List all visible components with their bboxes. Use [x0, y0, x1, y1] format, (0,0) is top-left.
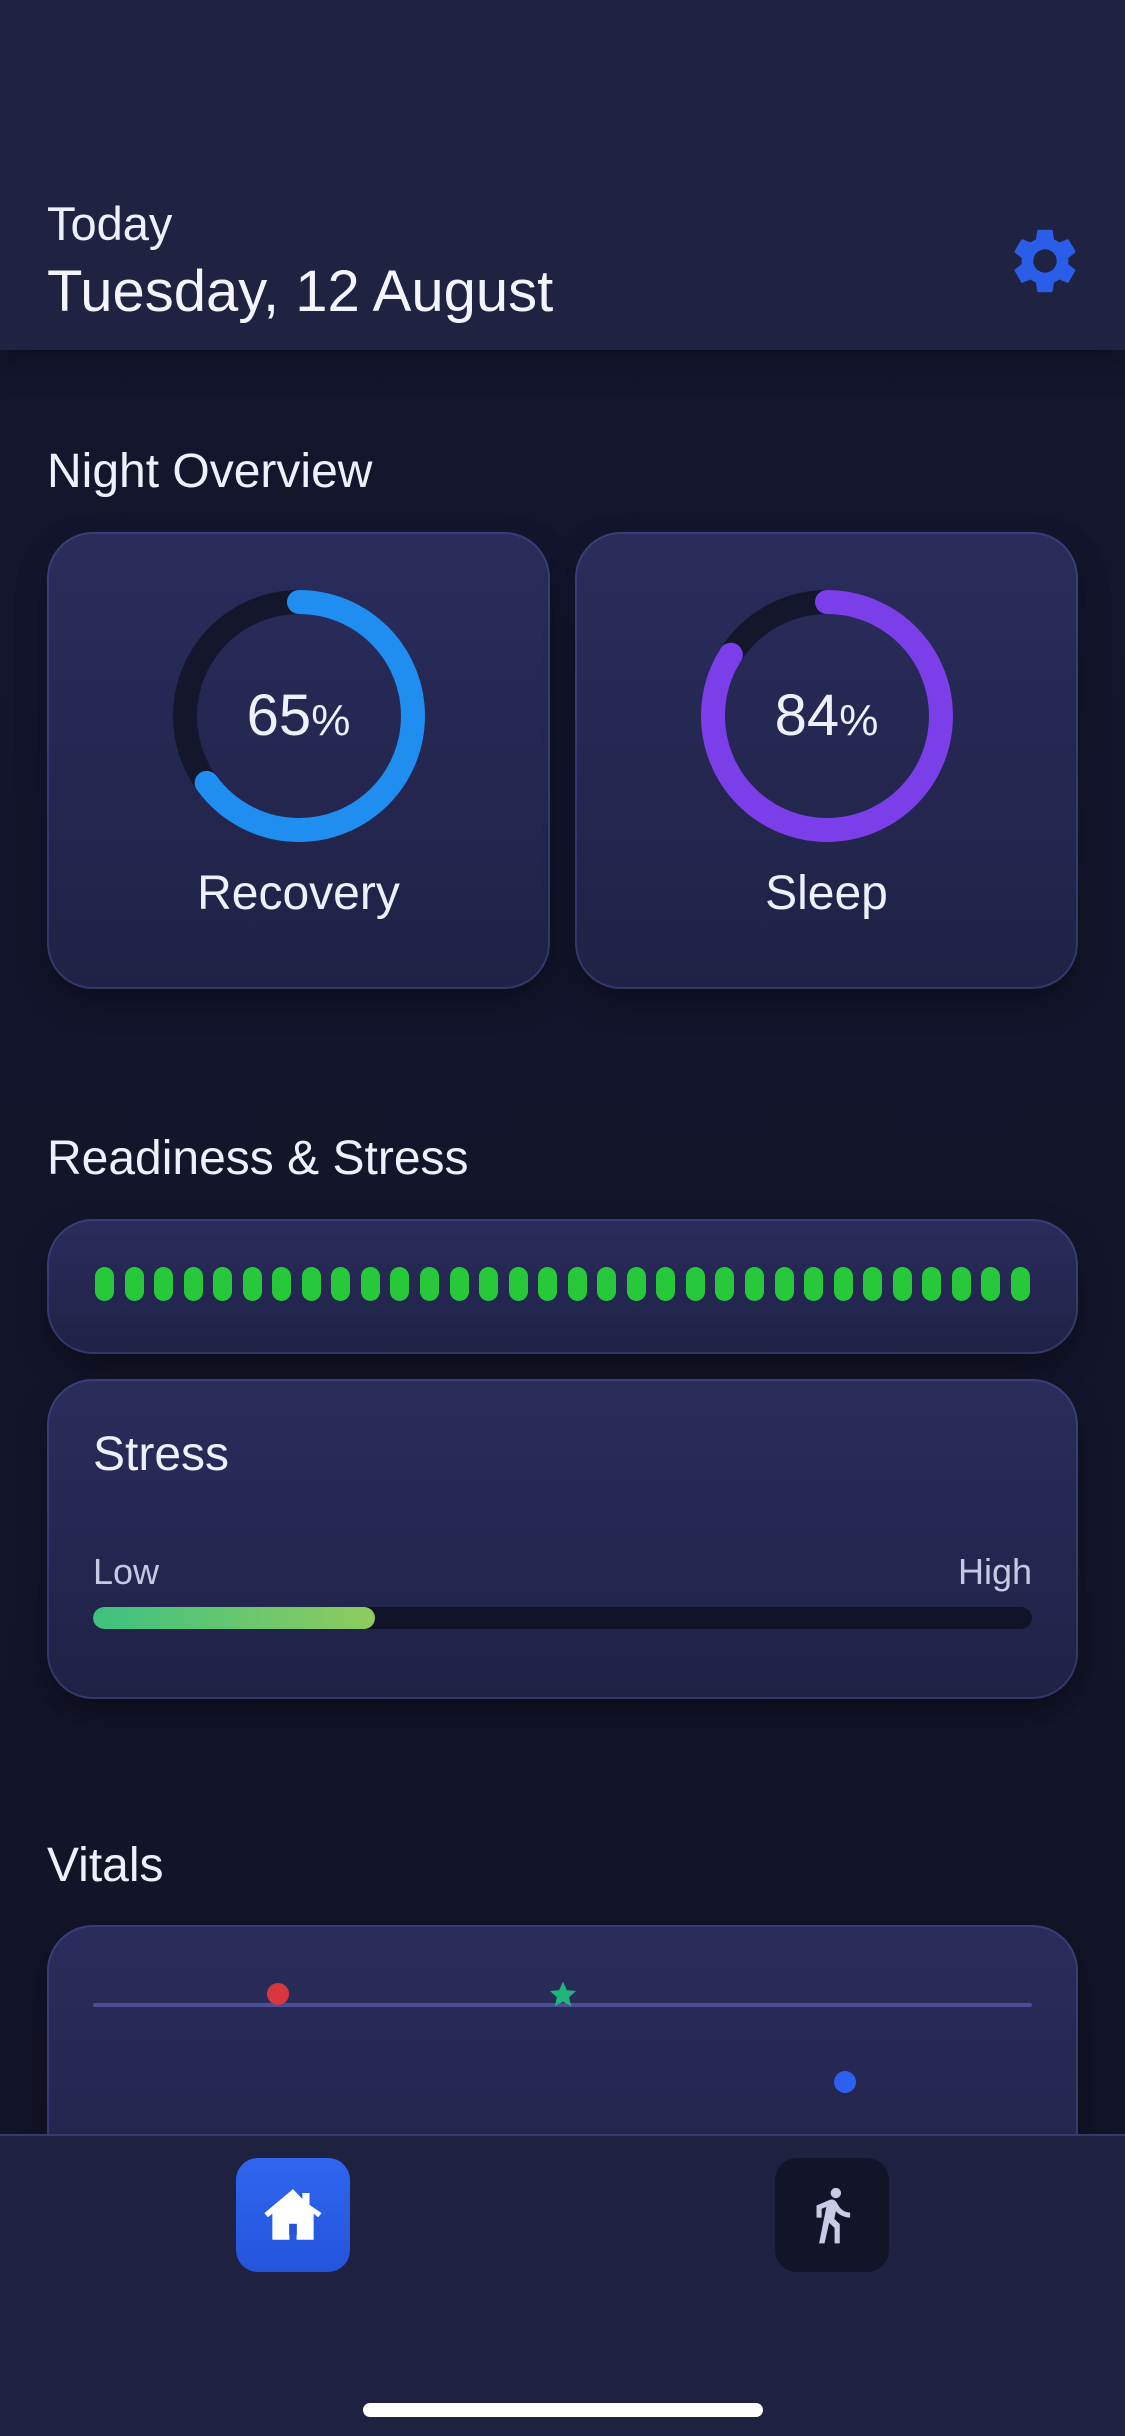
readiness-segment	[833, 1267, 853, 1301]
sleep-label: Sleep	[765, 867, 888, 920]
tab-home[interactable]	[236, 2158, 350, 2272]
vitals-marker-red	[267, 1983, 289, 2005]
header-subtitle: Today	[47, 197, 173, 250]
readiness-segment	[804, 1267, 824, 1301]
readiness-segment	[922, 1267, 942, 1301]
readiness-segment	[331, 1267, 351, 1301]
stress-high-label: High	[957, 1551, 1032, 1592]
readiness-segment	[420, 1267, 440, 1301]
readiness-segment	[626, 1267, 646, 1301]
header: Today Tuesday, 12 August	[0, 0, 1125, 350]
readiness-segment	[715, 1267, 735, 1301]
star-icon	[549, 1981, 577, 2007]
sleep-number: 84	[774, 683, 840, 748]
readiness-segment	[538, 1267, 558, 1301]
page-title: Tuesday, 12 August	[47, 259, 554, 324]
sleep-unit: %	[839, 696, 879, 745]
readiness-segment	[449, 1267, 469, 1301]
readiness-segment	[981, 1267, 1001, 1301]
running-icon	[816, 2187, 851, 2244]
vitals-heading: Vitals	[47, 1839, 164, 1892]
readiness-segment	[213, 1267, 233, 1301]
sleep-card[interactable]: 84% Sleep	[575, 532, 1078, 989]
readiness-segment	[892, 1267, 912, 1301]
tab-activity[interactable]	[775, 2158, 889, 2272]
readiness-segment	[951, 1267, 971, 1301]
readiness-segment	[479, 1267, 499, 1301]
night-overview-heading: Night Overview	[47, 445, 373, 498]
stress-bar-fill	[93, 1607, 375, 1629]
readiness-segment	[95, 1267, 114, 1301]
recovery-number: 65	[246, 683, 312, 748]
readiness-segment	[124, 1267, 144, 1301]
gear-icon[interactable]	[1006, 222, 1084, 300]
readiness-segments	[95, 1267, 1030, 1301]
readiness-segment	[656, 1267, 676, 1301]
readiness-segment	[242, 1267, 262, 1301]
app-screen: Today Tuesday, 12 August Night Overview …	[0, 0, 1125, 2436]
readiness-segment	[567, 1267, 587, 1301]
readiness-segment	[508, 1267, 528, 1301]
readiness-segment	[154, 1267, 174, 1301]
vitals-marker-blue	[834, 2071, 856, 2093]
stress-title: Stress	[93, 1428, 230, 1481]
stress-bar	[93, 1607, 1032, 1629]
home-indicator[interactable]	[363, 2403, 763, 2417]
stress-low-label: Low	[93, 1551, 160, 1592]
recovery-value: 65%	[47, 682, 550, 749]
readiness-heading: Readiness & Stress	[47, 1132, 469, 1185]
readiness-segment	[301, 1267, 321, 1301]
home-icon	[264, 2189, 322, 2240]
readiness-segment	[863, 1267, 883, 1301]
recovery-card[interactable]: 65% Recovery	[47, 532, 550, 989]
readiness-card[interactable]	[47, 1219, 1078, 1354]
readiness-segment	[360, 1267, 380, 1301]
readiness-segment	[745, 1267, 765, 1301]
readiness-segment	[1010, 1267, 1030, 1301]
readiness-segment	[390, 1267, 410, 1301]
readiness-segment	[685, 1267, 705, 1301]
readiness-segment	[272, 1267, 292, 1301]
readiness-segment	[774, 1267, 794, 1301]
readiness-segment	[597, 1267, 617, 1301]
recovery-label: Recovery	[197, 867, 400, 920]
readiness-segment	[183, 1267, 203, 1301]
sleep-value: 84%	[575, 682, 1078, 749]
recovery-unit: %	[311, 696, 351, 745]
tab-bar	[0, 2134, 1125, 2436]
stress-card[interactable]: Stress Low High	[47, 1379, 1078, 1699]
